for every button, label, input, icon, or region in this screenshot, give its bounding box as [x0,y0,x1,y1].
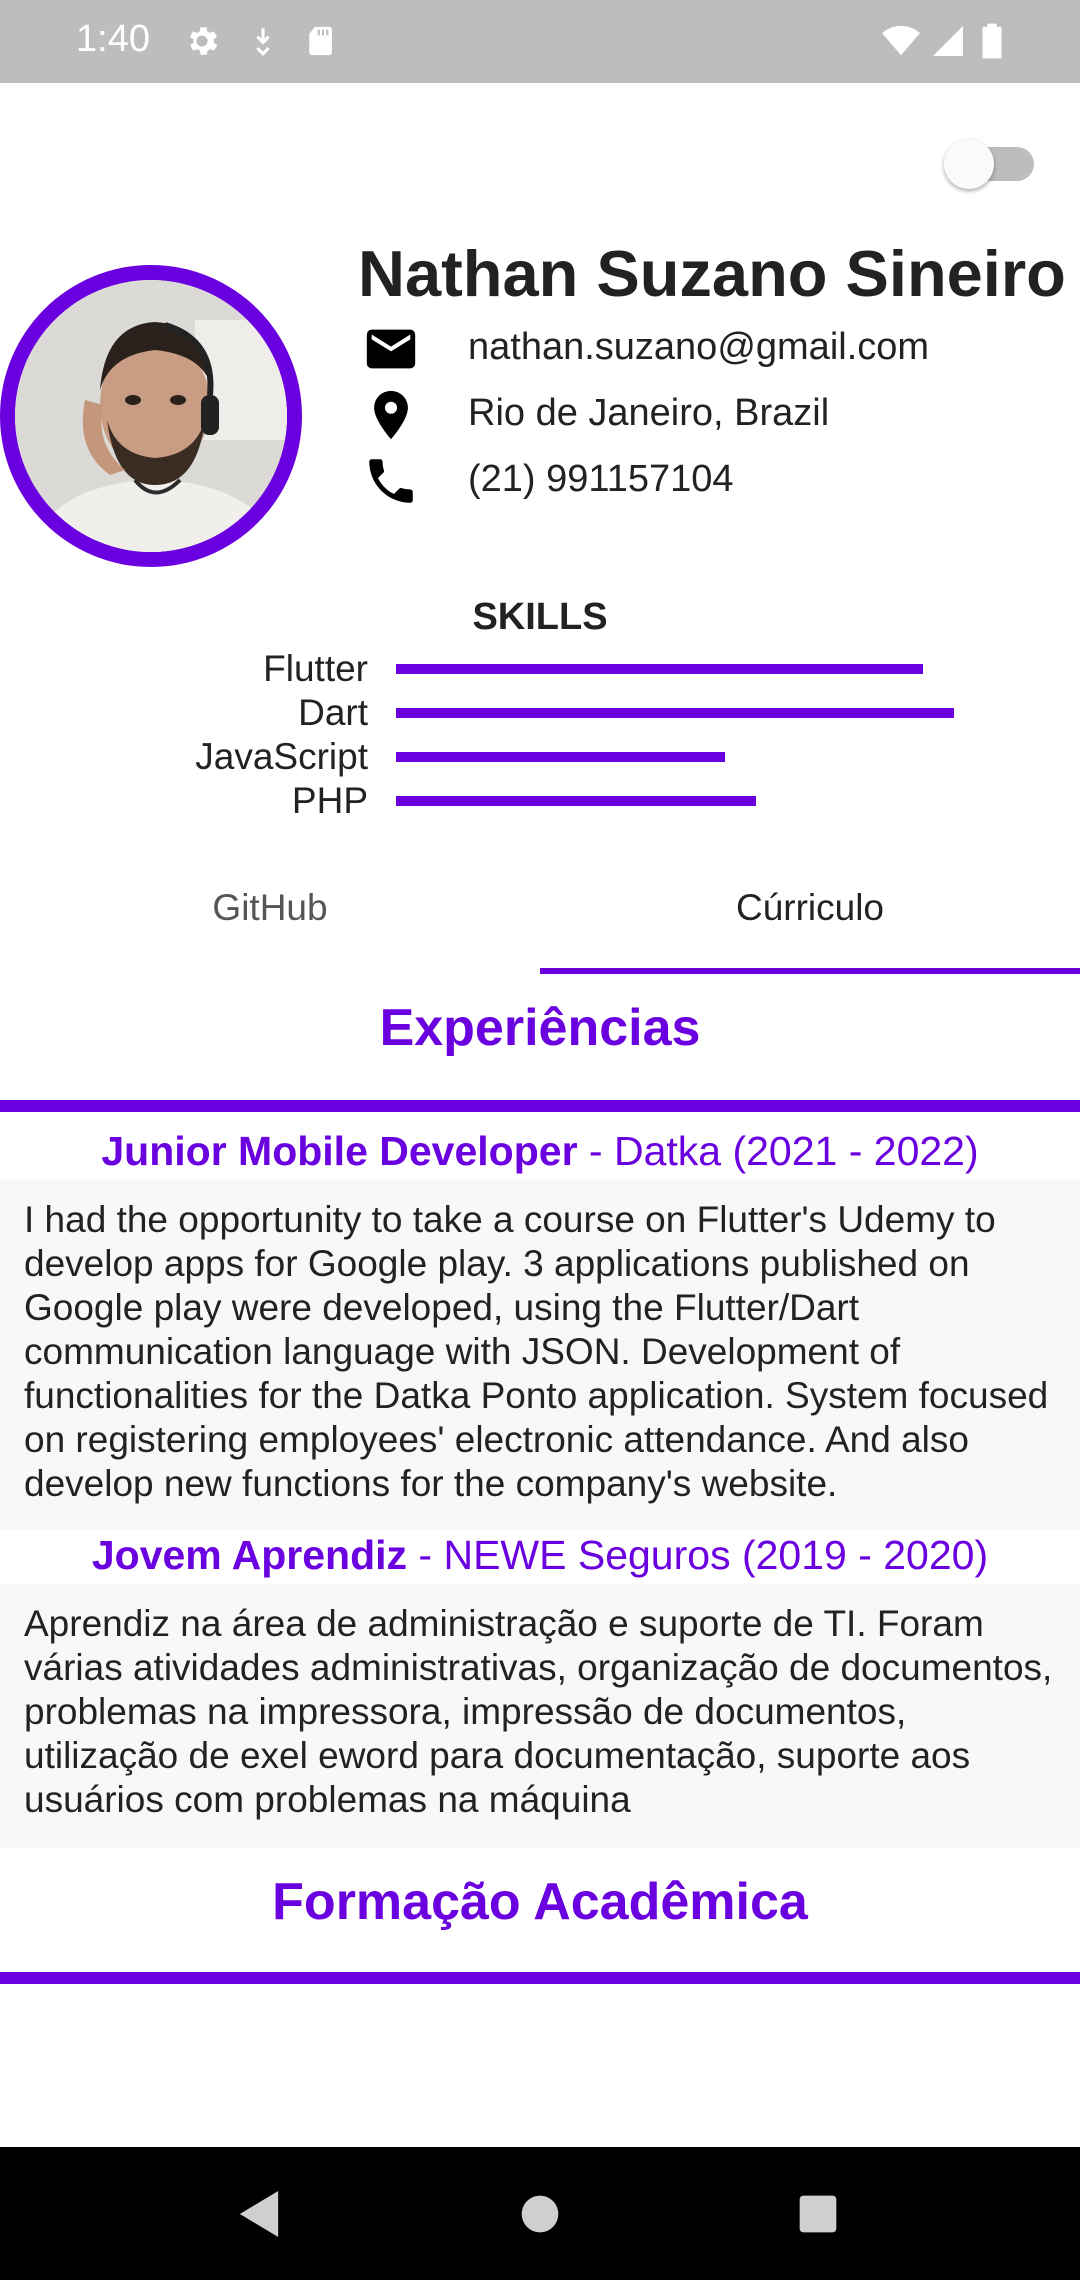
battery-icon [982,23,1002,59]
skill-label: JavaScript [195,736,368,777]
navigation-bar [0,2147,1080,2280]
skill-label: PHP [291,780,368,821]
profile-name: Nathan Suzano Sineiro [358,237,1066,310]
tab-indicator [540,968,1080,974]
skill-label: Flutter [263,648,368,689]
job-role: Jovem Aprendiz [91,1532,408,1578]
theme-toggle[interactable] [944,133,1044,189]
tab-github[interactable]: GitHub [0,860,540,970]
recents-icon[interactable] [796,2189,840,2239]
status-time: 1:40 [76,18,150,60]
settings-icon [189,27,218,55]
skill-row: Flutter [0,646,1080,690]
skill-row: JavaScript [0,734,1080,778]
wifi-icon [882,25,920,56]
skill-bar [396,796,756,806]
job-description-box: Aprendiz na área de administração e supo… [0,1584,1080,1848]
email-text: nathan.suzano@gmail.com [468,326,930,368]
phone-text: (21) 991157104 [468,458,734,500]
skills-title: SKILLS [472,596,608,638]
skill-bar [396,708,954,718]
skill-bar [396,664,923,674]
job-company: - Datka (2021 - 2022) [577,1128,979,1174]
phone-row: (21) 991157104 [358,448,1058,514]
job-description: Aprendiz na área de administração e supo… [24,1603,1053,1820]
skill-row: PHP [0,778,1080,822]
job-title: Jovem Aprendiz - NEWE Seguros (2019 - 20… [0,1532,1080,1579]
experience-title: Experiências [379,999,701,1057]
tab-curriculo[interactable]: Cúrriculo [540,860,1080,970]
location-row: Rio de Janeiro, Brazil [358,382,1058,448]
status-bar: 1:40 [0,0,1080,83]
experience-divider [0,1100,1080,1112]
education-divider [0,1972,1080,1984]
job-company: - NEWE Seguros (2019 - 2020) [407,1532,989,1578]
skill-label: Dart [298,692,368,733]
avatar [0,265,302,567]
education-title: Formação Acadêmica [272,1873,808,1931]
job-title: Junior Mobile Developer - Datka (2021 - … [0,1128,1080,1175]
toggle-thumb [944,139,994,189]
avatar-image [15,280,287,552]
job-description-box: I had the opportunity to take a course o… [0,1180,1080,1530]
sd-card-icon [309,26,332,56]
skill-row: Dart [0,690,1080,734]
tab-bar: GitHub Cúrriculo [0,860,1080,976]
avatar-photo [15,280,287,552]
signal-icon [933,26,963,56]
skill-bar [396,752,725,762]
location-pin-icon [374,390,408,440]
job-role: Junior Mobile Developer [101,1128,578,1174]
job-description: I had the opportunity to take a course o… [24,1199,1049,1504]
back-icon[interactable] [236,2189,282,2239]
home-icon[interactable] [518,2189,562,2239]
download-icon [256,28,270,56]
email-row: nathan.suzano@gmail.com [358,316,1058,382]
location-text: Rio de Janeiro, Brazil [468,392,830,434]
mail-icon [366,329,416,369]
phone-icon [369,459,413,503]
